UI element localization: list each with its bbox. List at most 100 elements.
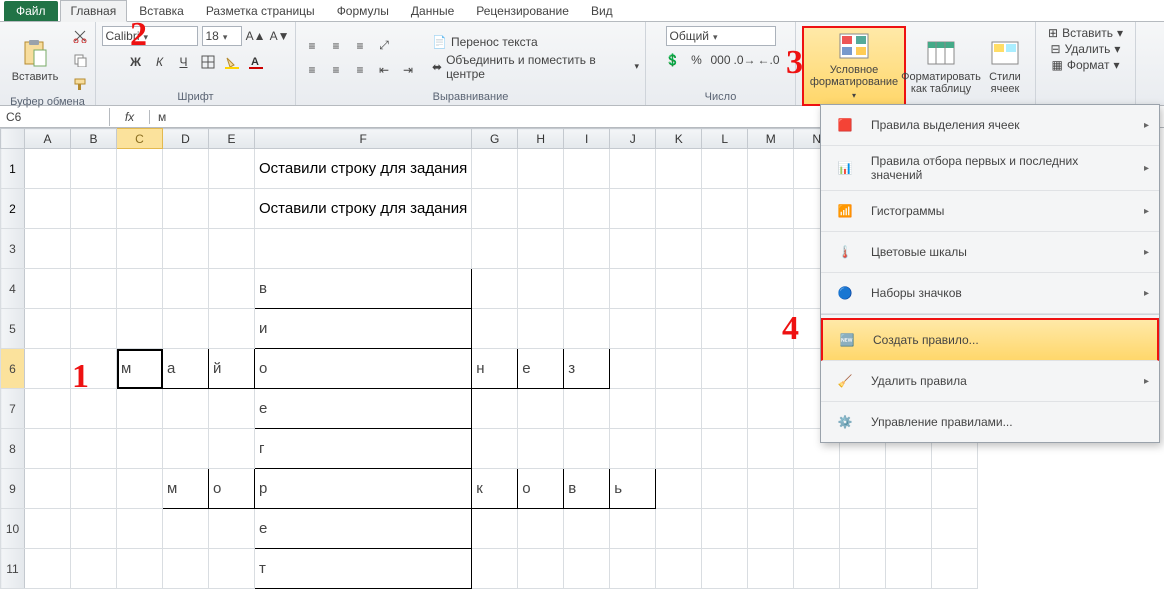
menu-top-bottom-rules[interactable]: 📊 Правила отбора первых и последних знач… — [821, 146, 1159, 191]
align-center-button[interactable]: ≡ — [326, 60, 346, 80]
cell[interactable] — [518, 189, 564, 229]
align-top-button[interactable]: ≡ — [302, 36, 322, 56]
cell[interactable] — [163, 189, 209, 229]
row-header[interactable]: 11 — [1, 549, 25, 589]
cell[interactable] — [71, 509, 117, 549]
cell[interactable] — [564, 389, 610, 429]
cell[interactable] — [748, 509, 794, 549]
row-header[interactable]: 5 — [1, 309, 25, 349]
copy-button[interactable] — [70, 50, 90, 70]
cell[interactable]: в — [564, 469, 610, 509]
cell[interactable] — [656, 389, 702, 429]
row-header[interactable]: 9 — [1, 469, 25, 509]
cell[interactable]: р — [255, 469, 472, 509]
cell[interactable] — [702, 269, 748, 309]
cell[interactable] — [702, 429, 748, 469]
cell[interactable] — [255, 229, 472, 269]
cell[interactable] — [840, 509, 886, 549]
col-header[interactable]: H — [518, 129, 564, 149]
currency-button[interactable]: 💲 — [663, 50, 683, 70]
cell[interactable] — [932, 509, 978, 549]
grow-font-button[interactable]: A▲ — [246, 26, 266, 46]
col-header[interactable]: C — [117, 129, 163, 149]
cell[interactable] — [472, 429, 518, 469]
indent-inc-button[interactable]: ⇥ — [398, 60, 418, 80]
cell[interactable] — [71, 469, 117, 509]
cell[interactable] — [748, 469, 794, 509]
col-header[interactable]: E — [209, 129, 255, 149]
format-painter-button[interactable] — [70, 74, 90, 94]
percent-button[interactable]: % — [687, 50, 707, 70]
format-as-table-button[interactable]: Форматировать как таблицу — [912, 35, 970, 97]
row-header[interactable]: 8 — [1, 429, 25, 469]
cut-button[interactable] — [70, 26, 90, 46]
tab-home[interactable]: Главная — [60, 0, 128, 22]
cell[interactable] — [610, 229, 656, 269]
cell[interactable]: о — [255, 349, 472, 389]
cell[interactable] — [117, 469, 163, 509]
col-header[interactable]: L — [702, 129, 748, 149]
cell[interactable] — [117, 229, 163, 269]
cell[interactable] — [25, 549, 71, 589]
cell[interactable] — [117, 509, 163, 549]
cell[interactable] — [702, 549, 748, 589]
cell[interactable] — [209, 389, 255, 429]
col-header[interactable]: M — [748, 129, 794, 149]
cell[interactable] — [71, 389, 117, 429]
col-header[interactable]: F — [255, 129, 472, 149]
cell[interactable]: Оставили строку для задания — [255, 189, 472, 229]
cell[interactable] — [564, 269, 610, 309]
cell[interactable] — [932, 549, 978, 589]
cell[interactable] — [702, 389, 748, 429]
cell[interactable] — [209, 429, 255, 469]
row-header[interactable]: 2 — [1, 189, 25, 229]
row-header[interactable]: 6 — [1, 349, 25, 389]
row-header[interactable]: 10 — [1, 509, 25, 549]
shrink-font-button[interactable]: A▼ — [270, 26, 290, 46]
cell[interactable] — [702, 229, 748, 269]
cell[interactable]: Оставили строку для задания — [255, 149, 472, 189]
cell[interactable] — [748, 309, 794, 349]
cell[interactable] — [117, 269, 163, 309]
cell[interactable] — [518, 549, 564, 589]
cell[interactable] — [564, 309, 610, 349]
cell[interactable] — [748, 269, 794, 309]
cell[interactable] — [518, 229, 564, 269]
cell[interactable] — [748, 229, 794, 269]
cell[interactable] — [472, 229, 518, 269]
cell[interactable] — [518, 309, 564, 349]
align-left-button[interactable]: ≡ — [302, 60, 322, 80]
col-header[interactable]: B — [71, 129, 117, 149]
cell[interactable] — [209, 549, 255, 589]
col-header[interactable]: G — [472, 129, 518, 149]
tab-insert[interactable]: Вставка — [129, 1, 194, 21]
cell[interactable] — [702, 189, 748, 229]
cell[interactable] — [117, 149, 163, 189]
cell[interactable] — [163, 269, 209, 309]
cell[interactable] — [209, 149, 255, 189]
cell[interactable] — [163, 389, 209, 429]
cell[interactable] — [610, 389, 656, 429]
cell[interactable] — [840, 469, 886, 509]
cell[interactable] — [71, 549, 117, 589]
cell[interactable] — [610, 189, 656, 229]
cell[interactable] — [656, 469, 702, 509]
tab-data[interactable]: Данные — [401, 1, 464, 21]
number-format-combo[interactable]: Общий — [666, 26, 776, 46]
cell-styles-button[interactable]: Стили ячеек — [976, 35, 1034, 97]
cell[interactable] — [25, 189, 71, 229]
cell[interactable] — [518, 269, 564, 309]
cell[interactable] — [163, 549, 209, 589]
conditional-formatting-button[interactable]: Условное форматирование▾ — [802, 26, 906, 106]
cell[interactable] — [656, 149, 702, 189]
orientation-button[interactable]: ⤢ — [374, 36, 394, 56]
cell[interactable] — [886, 509, 932, 549]
cell[interactable] — [472, 549, 518, 589]
menu-manage-rules[interactable]: ⚙️ Управление правилами... — [821, 402, 1159, 442]
cell[interactable] — [748, 389, 794, 429]
tab-file[interactable]: Файл — [4, 1, 58, 21]
delete-cells-button[interactable]: ⊟ Удалить ▾ — [1051, 42, 1121, 56]
menu-clear-rules[interactable]: 🧹 Удалить правила▸ — [821, 361, 1159, 402]
underline-button[interactable]: Ч — [174, 52, 194, 72]
col-header[interactable]: I — [564, 129, 610, 149]
